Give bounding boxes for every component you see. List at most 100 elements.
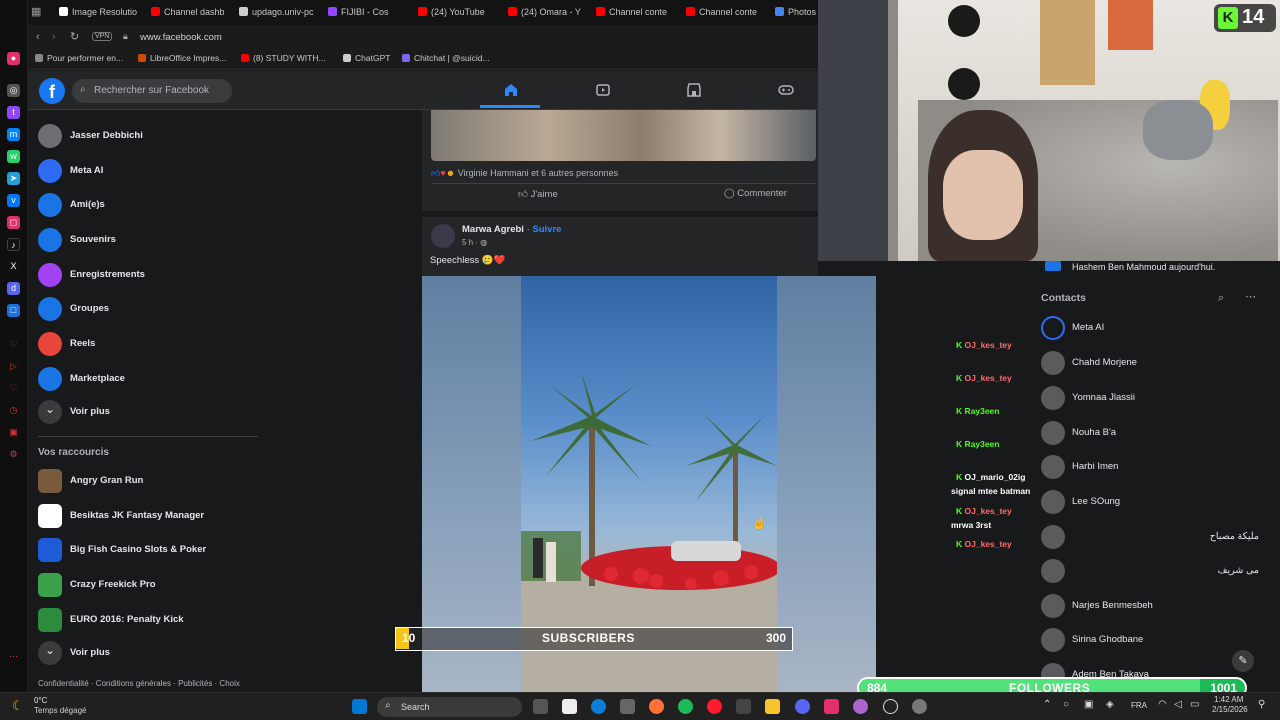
post-image[interactable] bbox=[431, 110, 816, 161]
sidebar-item[interactable]: Groupes bbox=[38, 295, 268, 325]
contact-item[interactable]: Nouha B'a bbox=[1041, 418, 1271, 448]
home-icon[interactable] bbox=[503, 82, 519, 98]
folder-icon[interactable] bbox=[765, 699, 780, 714]
contact-item[interactable]: Yomnaa Jlassii bbox=[1041, 383, 1271, 413]
browser-tab[interactable]: FIJIBI - Cos bbox=[328, 4, 406, 21]
browser-tab[interactable]: Channel dashb bbox=[151, 4, 229, 21]
like-button[interactable]: 👍︎ J'aime bbox=[518, 188, 558, 200]
url-field[interactable]: www.facebook.com bbox=[140, 32, 222, 43]
reactions-summary[interactable]: 👍︎♥☻ Virginie Hammani et 6 autres person… bbox=[431, 168, 618, 179]
contact-item[interactable]: مى شريف bbox=[1041, 556, 1271, 586]
search-icon[interactable]: ⌕ bbox=[1218, 292, 1224, 305]
discord-icon[interactable] bbox=[795, 699, 810, 714]
x-icon[interactable]: X bbox=[7, 260, 20, 273]
avatar[interactable] bbox=[431, 224, 455, 248]
app-icon[interactable] bbox=[853, 699, 868, 714]
tray-icon[interactable]: ◈ bbox=[1106, 699, 1114, 710]
heart-icon[interactable]: ♡ bbox=[7, 382, 20, 395]
opera-gx-icon[interactable] bbox=[707, 699, 722, 714]
post-author[interactable]: Marwa Agrebi bbox=[462, 224, 524, 235]
heart-icon[interactable]: ♡ bbox=[7, 338, 20, 351]
video-icon[interactable] bbox=[595, 82, 611, 98]
gaming-icon[interactable] bbox=[778, 82, 794, 98]
browser-tab[interactable]: Image Resolutio bbox=[59, 4, 137, 21]
tray-icon[interactable]: ▣ bbox=[1084, 699, 1093, 710]
sidebar-item[interactable]: ⌄ Voir plus bbox=[38, 398, 268, 428]
vk-icon[interactable]: v bbox=[7, 194, 20, 207]
spotify-icon[interactable] bbox=[678, 699, 693, 714]
sidebar-item[interactable]: Ami(e)s bbox=[38, 191, 268, 221]
whatsapp-icon[interactable]: w bbox=[7, 150, 20, 163]
instagram-icon[interactable]: ◻ bbox=[7, 216, 20, 229]
browser-tab[interactable]: updago.univ-pc bbox=[239, 4, 317, 21]
shortcut-item[interactable]: EURO 2016: Penalty Kick bbox=[38, 606, 268, 636]
bookmark-item[interactable]: Chitchat | @suicid... bbox=[402, 53, 490, 63]
sidebar-item[interactable]: Jasser Debbichi bbox=[38, 122, 268, 152]
back-icon[interactable]: ‹ bbox=[36, 31, 40, 43]
facebook-search-input[interactable]: Rechercher sur Facebook bbox=[72, 79, 232, 103]
box-icon[interactable]: ▣ bbox=[7, 426, 20, 439]
sidebar-item[interactable]: Reels bbox=[38, 330, 268, 360]
sidebar-item[interactable]: Meta AI bbox=[38, 157, 268, 187]
send-icon[interactable]: ▷ bbox=[7, 360, 20, 373]
more-options-icon[interactable]: ⋯ bbox=[1245, 290, 1256, 303]
contact-item[interactable]: Narjes Benmesbeh bbox=[1041, 591, 1271, 621]
app-icon[interactable] bbox=[912, 699, 927, 714]
weather-temp[interactable]: 0°C bbox=[34, 696, 47, 705]
browser-tab[interactable]: Channel conte bbox=[686, 4, 764, 21]
comment-button[interactable]: ◯ Commenter bbox=[724, 188, 787, 199]
shortcut-item[interactable]: Crazy Freekick Pro bbox=[38, 571, 268, 601]
edge-icon[interactable] bbox=[591, 699, 606, 714]
messenger-icon[interactable]: m bbox=[7, 128, 20, 141]
shortcut-item[interactable]: Big Fish Casino Slots & Poker bbox=[38, 536, 268, 566]
volume-icon[interactable]: ◁ bbox=[1174, 699, 1182, 710]
firefox-icon[interactable] bbox=[649, 699, 664, 714]
clock-date[interactable]: 2/15/2026 bbox=[1212, 705, 1248, 714]
app-icon[interactable]: □ bbox=[7, 304, 20, 317]
task-view-icon[interactable] bbox=[533, 699, 548, 714]
taskbar-search[interactable]: ⌕ Search bbox=[377, 697, 522, 717]
contact-item[interactable]: Chahd Morjene bbox=[1041, 348, 1271, 378]
weather-icon[interactable]: ☾ bbox=[12, 698, 24, 714]
bookmark-item[interactable]: LibreOffice Impres... bbox=[138, 53, 226, 63]
bookmark-item[interactable]: Pour performer en... bbox=[35, 53, 123, 63]
reload-icon[interactable]: ↻ bbox=[70, 30, 79, 43]
obs-icon[interactable] bbox=[883, 699, 898, 714]
language-indicator[interactable]: FRA bbox=[1131, 701, 1147, 710]
shortcut-item[interactable]: Besiktas JK Fantasy Manager bbox=[38, 502, 268, 532]
sidebar-item[interactable]: Souvenirs bbox=[38, 226, 268, 256]
bookmark-item[interactable]: ChatGPT bbox=[343, 53, 390, 63]
app-icon[interactable]: ◎ bbox=[7, 84, 20, 97]
more-icon[interactable]: ⋯ bbox=[7, 650, 20, 663]
new-message-icon[interactable]: ✎ bbox=[1232, 650, 1254, 672]
twitch-icon[interactable]: t bbox=[7, 106, 20, 119]
app-icon[interactable]: ● bbox=[7, 52, 20, 65]
birthday-notice[interactable]: Hashem Ben Mahmoud aujourd'hui. bbox=[1072, 262, 1215, 272]
start-icon[interactable] bbox=[352, 699, 367, 714]
notification-bell-icon[interactable]: ⚲ bbox=[1258, 699, 1265, 710]
gear-icon[interactable]: ⚙ bbox=[7, 448, 20, 461]
follow-button[interactable]: Suivre bbox=[532, 224, 561, 235]
store-icon[interactable] bbox=[736, 699, 751, 714]
bookmark-item[interactable]: (8) STUDY WITH... bbox=[241, 53, 326, 63]
sidebar-item[interactable]: Enregistrements bbox=[38, 261, 268, 291]
post-time[interactable]: 5 h · bbox=[462, 238, 480, 247]
app-icon[interactable] bbox=[620, 699, 635, 714]
browser-tab[interactable]: (24) Omara - Y bbox=[508, 4, 586, 21]
clock-time[interactable]: 1:42 AM bbox=[1214, 695, 1243, 704]
sidebar-item[interactable]: Marketplace bbox=[38, 365, 268, 395]
contact-item[interactable]: مليكة مصباح bbox=[1041, 522, 1271, 552]
shortcut-item[interactable]: Angry Gran Run bbox=[38, 467, 268, 497]
tray-icon[interactable]: ○ bbox=[1063, 699, 1069, 710]
weather-desc[interactable]: Temps dégagé bbox=[34, 706, 86, 715]
tiktok-icon[interactable]: ♪ bbox=[7, 238, 20, 251]
browser-tab[interactable]: Channel conte bbox=[596, 4, 674, 21]
marketplace-icon[interactable] bbox=[686, 82, 702, 98]
clock-icon[interactable]: ◷ bbox=[7, 404, 20, 417]
browser-tab[interactable]: (24) YouTube bbox=[418, 4, 496, 21]
telegram-icon[interactable]: ➤ bbox=[7, 172, 20, 185]
shortcut-item[interactable]: ⌄ Voir plus bbox=[38, 639, 268, 669]
vpn-badge[interactable]: VPN bbox=[92, 32, 113, 41]
instagram-icon[interactable] bbox=[824, 699, 839, 714]
chevron-up-icon[interactable]: ⌃ bbox=[1043, 699, 1051, 710]
